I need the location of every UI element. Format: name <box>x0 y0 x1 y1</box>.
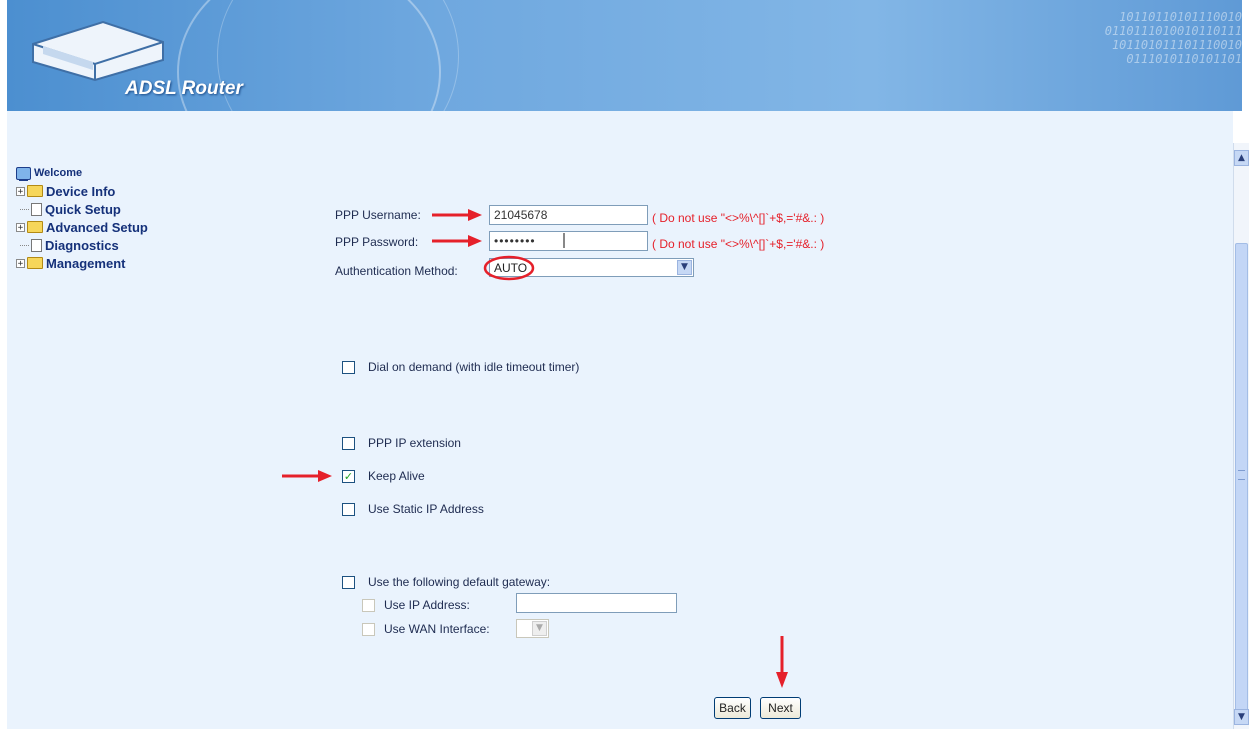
annotation-arrowhead <box>468 209 482 221</box>
annotation-arrowhead <box>776 672 788 688</box>
annotation-arrowhead <box>468 235 482 247</box>
router-config-page: ADSL Router 10110110101110010 0110111010… <box>0 0 1249 729</box>
annotation-arrowhead <box>318 470 332 482</box>
annotation-ellipse <box>483 255 535 281</box>
annotation-overlay <box>282 209 788 688</box>
